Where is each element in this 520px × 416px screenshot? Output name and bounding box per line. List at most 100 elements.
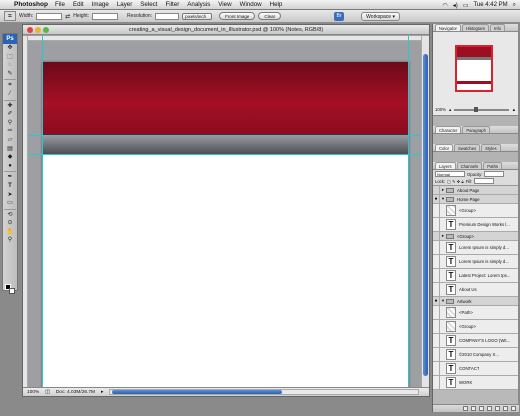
menu-filter[interactable]: Filter: [166, 1, 180, 8]
lock-icon[interactable]: ▢ ✎ ✥ 🔒︎: [447, 179, 464, 184]
visibility-toggle-icon[interactable]: [433, 306, 440, 319]
layer-group-artwork[interactable]: ● ▾ Artwork: [433, 297, 518, 306]
new-group-icon[interactable]: [495, 406, 500, 411]
volume-icon[interactable]: ◂): [453, 2, 458, 9]
visibility-toggle-icon[interactable]: [433, 362, 440, 375]
guide-line[interactable]: [408, 36, 409, 389]
guide-line[interactable]: [28, 135, 421, 136]
vertical-ruler[interactable]: [23, 36, 28, 389]
move-tool-icon[interactable]: ✥: [3, 44, 17, 53]
menu-select[interactable]: Select: [140, 1, 157, 8]
document-canvas[interactable]: [42, 62, 409, 389]
menu-help[interactable]: Help: [270, 1, 283, 8]
background-color-swatch[interactable]: [9, 288, 15, 294]
guide-line[interactable]: [28, 154, 421, 155]
visibility-toggle-icon[interactable]: [433, 241, 440, 254]
document-title-bar[interactable]: creating_a_visual_design_document_in_Ill…: [23, 25, 429, 35]
layer-mask-icon[interactable]: [479, 406, 484, 411]
tab-channels[interactable]: Channels: [456, 162, 483, 169]
width-field[interactable]: [36, 12, 63, 20]
bridge-icon[interactable]: Br: [334, 12, 344, 21]
layer-item[interactable]: T Premium Design Works l...: [433, 218, 518, 232]
layer-item[interactable]: T Lorem Ipsum is simply d...: [433, 255, 518, 269]
menu-analysis[interactable]: Analysis: [187, 1, 210, 8]
visibility-toggle-icon[interactable]: [433, 255, 440, 268]
tab-color[interactable]: Color: [435, 144, 454, 151]
layer-item[interactable]: T CONTACT: [433, 362, 518, 376]
zoom-out-icon[interactable]: ▴: [449, 107, 451, 113]
visibility-toggle-icon[interactable]: [433, 334, 440, 347]
3d-orbit-tool-icon[interactable]: ⊙: [3, 219, 17, 228]
visibility-toggle-icon[interactable]: [433, 269, 440, 282]
marquee-tool-icon[interactable]: ⬚: [3, 53, 17, 62]
visibility-toggle-icon[interactable]: [433, 204, 440, 217]
layer-item[interactable]: <Group>: [433, 204, 518, 218]
tab-styles[interactable]: Styles: [481, 144, 501, 151]
eraser-tool-icon[interactable]: ▱: [3, 136, 17, 145]
layer-item[interactable]: T Latest Project: Lorem Ips...: [433, 269, 518, 283]
spotlight-search-icon[interactable]: ⌕: [513, 2, 516, 9]
adjustment-layer-icon[interactable]: [487, 406, 492, 411]
clone-stamp-tool-icon[interactable]: ⚲: [3, 119, 17, 128]
tab-paths[interactable]: Paths: [483, 162, 502, 169]
clock[interactable]: Tue 4:42 PM: [473, 2, 507, 8]
pen-tool-icon[interactable]: ✒: [3, 173, 17, 182]
layer-item[interactable]: T About Us: [433, 283, 518, 297]
path-select-tool-icon[interactable]: ➤: [3, 191, 17, 200]
gradient-tool-icon[interactable]: ▤: [3, 145, 17, 154]
zoom-tool-icon[interactable]: ⚲: [3, 236, 17, 245]
menu-window[interactable]: Window: [240, 1, 262, 8]
link-layers-icon[interactable]: [463, 406, 468, 411]
tab-character[interactable]: Character: [435, 126, 462, 133]
canvas-area[interactable]: [23, 36, 421, 389]
fill-field[interactable]: [474, 178, 495, 184]
layer-item[interactable]: T Lorem Ipsum is simply d...: [433, 241, 518, 255]
resolution-units-select[interactable]: pixels/inch: [182, 12, 213, 20]
vertical-scrollbar[interactable]: [421, 36, 429, 389]
layer-item[interactable]: T COMPANY'S LOGO (Wit...: [433, 334, 518, 348]
history-brush-tool-icon[interactable]: ✑: [3, 127, 17, 136]
spot-heal-tool-icon[interactable]: ✚: [3, 102, 17, 111]
tab-histogram[interactable]: Histogram: [461, 24, 490, 31]
document-info-icon[interactable]: ◫: [45, 390, 50, 395]
shape-tool-icon[interactable]: ▭: [3, 199, 17, 208]
hand-tool-icon[interactable]: ✋: [3, 228, 17, 237]
visibility-toggle-icon[interactable]: [433, 232, 440, 240]
navigator-preview[interactable]: [455, 45, 493, 92]
document-size[interactable]: Doc: 4.03M/26.7M: [56, 390, 95, 395]
layer-style-icon[interactable]: [471, 406, 476, 411]
dodge-tool-icon[interactable]: ●: [3, 162, 17, 171]
navigator-zoom-slider[interactable]: [454, 106, 509, 112]
tab-info[interactable]: Info: [490, 24, 506, 31]
brush-tool-icon[interactable]: ✐: [3, 110, 17, 119]
horizontal-scroll-thumb[interactable]: [112, 390, 283, 394]
wifi-icon[interactable]: ◠: [443, 2, 448, 9]
menu-file[interactable]: File: [55, 1, 65, 8]
swap-dimensions-icon[interactable]: ⇄: [65, 13, 70, 20]
battery-icon[interactable]: ▭: [463, 2, 469, 9]
resolution-field[interactable]: [155, 12, 180, 20]
app-menu[interactable]: Photoshop: [14, 1, 48, 8]
visibility-toggle-icon[interactable]: [433, 320, 440, 333]
front-image-button[interactable]: Front Image: [219, 12, 256, 20]
tool-preset-picker[interactable]: ⌗: [4, 11, 16, 21]
visibility-toggle-icon[interactable]: [433, 218, 440, 231]
3d-rotate-tool-icon[interactable]: ⟲: [3, 211, 17, 220]
horizontal-ruler[interactable]: [23, 36, 421, 41]
opacity-field[interactable]: [484, 171, 505, 177]
delete-layer-icon[interactable]: [511, 406, 516, 411]
visibility-toggle-icon[interactable]: [433, 283, 440, 296]
tab-swatches[interactable]: Swatches: [454, 144, 481, 151]
tab-layers[interactable]: Layers: [435, 162, 456, 169]
blend-mode-select[interactable]: Normal: [435, 171, 465, 177]
new-layer-icon[interactable]: [503, 406, 508, 411]
menu-view[interactable]: View: [218, 1, 231, 8]
layer-item[interactable]: <Group>: [433, 320, 518, 334]
horizontal-scrollbar[interactable]: [109, 389, 419, 395]
type-tool-icon[interactable]: T: [3, 182, 17, 191]
navigator-zoom-knob[interactable]: [474, 106, 479, 112]
layer-item[interactable]: T WORK: [433, 376, 518, 390]
vertical-scroll-thumb[interactable]: [423, 54, 428, 376]
visibility-eye-icon[interactable]: ●: [433, 195, 440, 203]
layer-item[interactable]: <Path>: [433, 306, 518, 320]
